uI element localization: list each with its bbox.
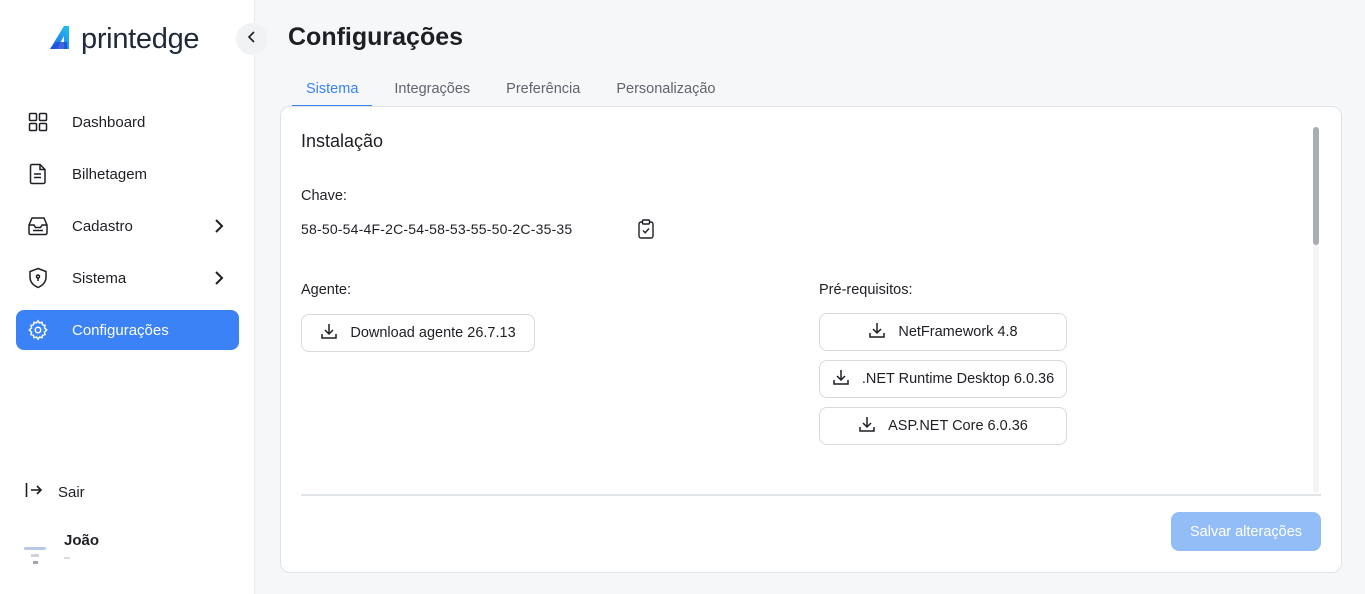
section-title: Instalação xyxy=(301,131,384,151)
save-changes-button[interactable]: Salvar alterações xyxy=(1171,512,1321,551)
scrollbar-thumb[interactable] xyxy=(1313,127,1319,245)
download-icon xyxy=(868,321,886,343)
logout-label: Sair xyxy=(58,484,85,501)
collapse-sidebar-button[interactable] xyxy=(236,23,268,55)
sidebar: printedge Dashboard Bilhetagem Cadastro … xyxy=(0,0,255,594)
chevron-right-icon xyxy=(209,268,229,293)
tab-preferencia[interactable]: Preferência xyxy=(492,78,594,107)
download-agent-button[interactable]: Download agente 26.7.13 xyxy=(301,314,535,352)
sidebar-item-label: Dashboard xyxy=(72,113,146,131)
sidebar-item-label: Sistema xyxy=(72,269,127,287)
logout-button[interactable]: Sair xyxy=(24,480,85,505)
brand-logo[interactable]: printedge xyxy=(47,22,200,57)
grid-icon xyxy=(26,110,50,134)
clipboard-check-icon xyxy=(637,219,655,243)
user-subtitle xyxy=(64,557,70,559)
brand-name: printedge xyxy=(81,23,200,55)
tab-personalizacao[interactable]: Personalização xyxy=(602,78,729,107)
user-profile[interactable]: João xyxy=(20,530,99,570)
download-icon xyxy=(320,322,338,344)
download-netframework-button[interactable]: NetFramework 4.8 xyxy=(819,313,1067,351)
page-title: Configurações xyxy=(288,23,464,51)
avatar xyxy=(20,540,50,570)
sidebar-item-label: Configurações xyxy=(72,321,169,339)
sidebar-item-label: Cadastro xyxy=(72,217,133,235)
settings-tabs: Sistema Integrações Preferência Personal… xyxy=(292,78,737,107)
user-name: João xyxy=(64,532,100,549)
printedge-logo-icon xyxy=(47,22,77,57)
prereq-label-text: .NET Runtime Desktop 6.0.36 xyxy=(861,371,1055,387)
scrollbar[interactable] xyxy=(1313,127,1319,493)
prereq-label: Pré-requisitos: xyxy=(819,282,913,298)
sidebar-item-label: Bilhetagem xyxy=(72,165,148,183)
divider xyxy=(301,494,1321,496)
chevron-right-icon xyxy=(209,216,229,241)
sidebar-nav: Dashboard Bilhetagem Cadastro Sistema Co… xyxy=(16,102,239,362)
download-agent-label: Download agente 26.7.13 xyxy=(350,325,516,341)
prereq-label-text: ASP.NET Core 6.0.36 xyxy=(888,418,1028,434)
gear-icon xyxy=(26,318,50,342)
download-icon xyxy=(858,415,876,437)
download-icon xyxy=(832,368,850,390)
key-value: 58-50-54-4F-2C-54-58-53-55-50-2C-35-35 xyxy=(301,221,573,237)
key-label: Chave: xyxy=(301,188,347,204)
inbox-stack-icon xyxy=(26,214,50,238)
sidebar-item-sistema[interactable]: Sistema xyxy=(16,258,239,298)
chevron-left-icon xyxy=(245,30,259,49)
tab-integracoes[interactable]: Integrações xyxy=(380,78,484,107)
sidebar-item-configuracoes[interactable]: Configurações xyxy=(16,310,239,350)
document-icon xyxy=(26,162,50,186)
shield-icon xyxy=(26,266,50,290)
prereq-label-text: NetFramework 4.8 xyxy=(898,324,1018,340)
tab-sistema[interactable]: Sistema xyxy=(292,78,373,107)
download-net-runtime-button[interactable]: .NET Runtime Desktop 6.0.36 xyxy=(819,360,1067,398)
settings-card: Instalação Chave: 58-50-54-4F-2C-54-58-5… xyxy=(280,106,1342,573)
copy-key-button[interactable] xyxy=(637,219,655,244)
logout-icon xyxy=(24,480,44,505)
agent-label: Agente: xyxy=(301,282,351,298)
sidebar-item-cadastro[interactable]: Cadastro xyxy=(16,206,239,246)
download-aspnet-core-button[interactable]: ASP.NET Core 6.0.36 xyxy=(819,407,1067,445)
sidebar-item-dashboard[interactable]: Dashboard xyxy=(16,102,239,142)
sidebar-item-bilhetagem[interactable]: Bilhetagem xyxy=(16,154,239,194)
